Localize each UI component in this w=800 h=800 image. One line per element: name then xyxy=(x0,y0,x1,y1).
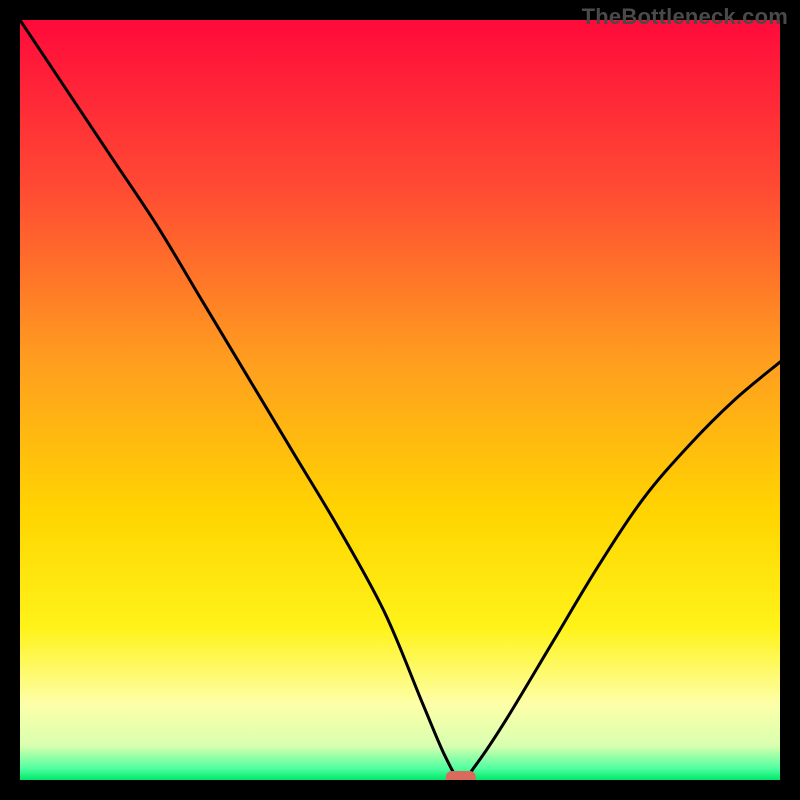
gradient-background xyxy=(20,20,780,780)
optimal-point-marker xyxy=(446,771,476,780)
watermark-text: TheBottleneck.com xyxy=(582,4,788,30)
plot-area xyxy=(20,20,780,780)
chart-frame: TheBottleneck.com xyxy=(0,0,800,800)
bottleneck-chart-svg xyxy=(20,20,780,780)
